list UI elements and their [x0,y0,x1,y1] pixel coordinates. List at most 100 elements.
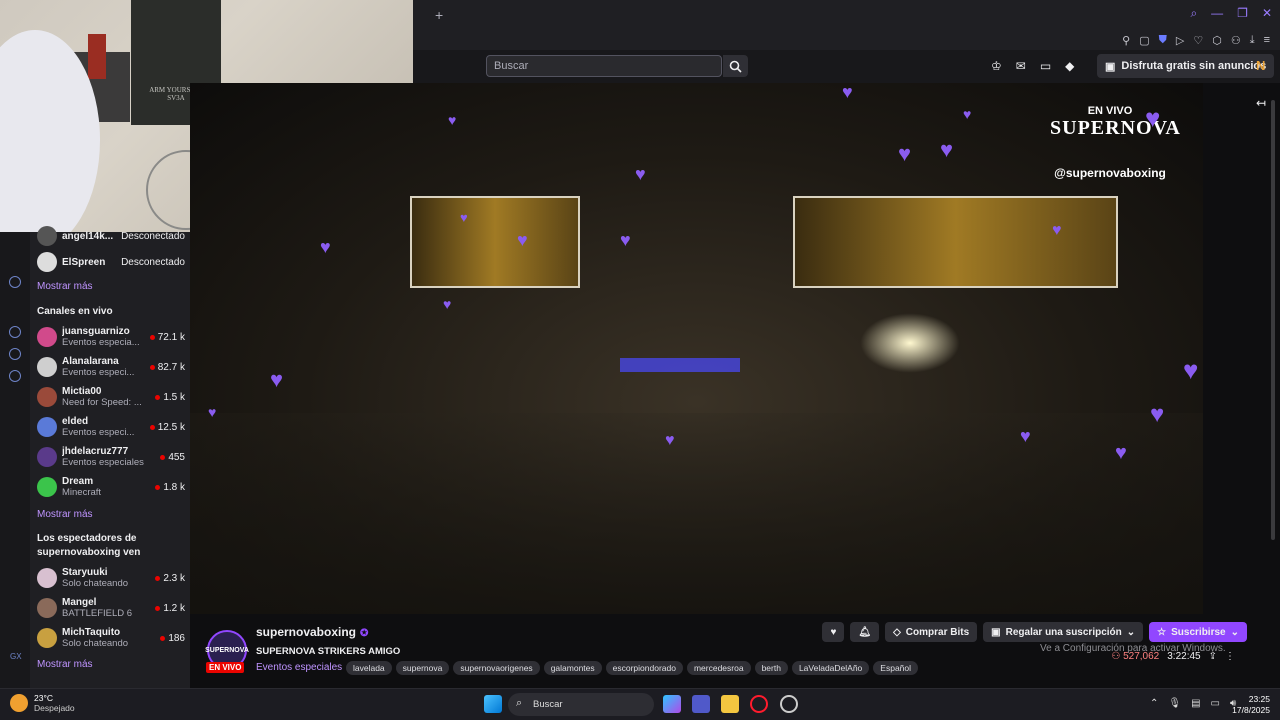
tag-chip[interactable]: Español [873,661,919,675]
inbox-icon[interactable]: ✉ [1016,59,1026,73]
new-tab-button[interactable]: + [435,7,443,23]
channel-category: Need for Speed: ... [62,397,142,408]
heart-icon: ♥ [635,164,646,184]
weather-widget[interactable]: 23°C Despejado [10,693,75,713]
drops-icon[interactable]: ◆ [1065,59,1074,73]
tag-chip[interactable]: LaVeladaDelAño [791,661,870,675]
whispers-icon[interactable]: ▭ [1040,59,1051,73]
sd-icon[interactable]: ▤ [1191,698,1200,709]
sidebar-channel[interactable]: Mangel BATTLEFIELD 6 1.2 k [37,595,185,621]
notifications-button[interactable]: 🔔︎ [850,622,880,642]
video-player[interactable]: EN VIVO SUPERNOVA @supernovaboxing ♥ ♥ ♥… [190,83,1203,614]
microphone-icon[interactable]: 🎙︎ [1168,698,1181,709]
shield-icon[interactable]: ⛊ [1159,34,1167,47]
taskbar-clock[interactable]: 23:25 17/8/2025 [1232,694,1270,716]
rail-icon-4[interactable] [9,370,21,382]
subscribe-button[interactable]: ☆ Suscribirse ⌄ [1149,622,1247,642]
channel-name-heading[interactable]: supernovaboxing ✪ [256,625,368,639]
tag-chip[interactable]: lavelada [346,661,392,675]
search-input[interactable]: Buscar [486,55,722,77]
heart-icon[interactable]: ♡ [1193,34,1203,47]
search-button[interactable] [723,55,748,77]
viewer-count: ⚇ 527,062 [1111,651,1159,662]
menu-icon[interactable]: ≡ [1264,34,1270,46]
rail-icon-1[interactable] [9,276,21,288]
sidebar-channel[interactable]: elded Eventos especi... 12.5 k [37,414,185,440]
gx-icon[interactable]: GX [10,652,22,661]
stream-title: SUPERNOVA STRIKERS AMIGO [256,646,401,657]
tag-chip[interactable]: escorpiondorado [605,661,683,675]
screenshot-icon[interactable]: ▢ [1139,34,1149,47]
tag-chip[interactable]: berth [754,661,788,675]
followed-channel[interactable]: angel14k... Desconectado [37,223,185,249]
download-icon[interactable]: ⤓ [1250,34,1255,47]
channel-category: Minecraft [62,487,102,498]
follow-button[interactable]: ♥ [822,622,845,642]
close-icon[interactable]: ✕ [1262,6,1272,21]
user-avatar[interactable]: N [1256,58,1272,74]
share-icon[interactable]: ⇪ [1209,651,1217,662]
pin-icon[interactable]: ⚲ [1122,34,1130,47]
channel-name: Mictia00 [62,386,102,397]
profile-icon[interactable]: ⚇ [1231,34,1241,47]
bell-icon: 🔔︎ [858,626,872,638]
channel-status: Desconectado [121,256,185,268]
tag-chip[interactable]: supernova [395,661,450,675]
sidebar-channel[interactable]: Staryuuki Solo chateando 2.3 k [37,565,185,591]
teams-icon[interactable] [692,695,710,713]
channel-category: Eventos especiales [62,457,144,468]
tag-chip[interactable]: mercedesroa [686,661,751,675]
sidebar-channel[interactable]: Mictia00 Need for Speed: ... 1.5 k [37,384,185,410]
arena-screen-right [793,196,1118,288]
buy-bits-button[interactable]: ◇ Comprar Bits [885,622,978,642]
sidebar-channel[interactable]: jhdelacruz777 Eventos especiales 455 [37,444,185,470]
crown-icon[interactable]: ♔ [991,59,1002,73]
user-icon: ⚇ [1111,651,1121,662]
bits-icon: ◇ [893,626,901,638]
channel-name[interactable]: supernovaboxing [256,625,356,639]
file-explorer-icon[interactable] [721,695,739,713]
ad-free-promo-button[interactable]: ▣ Disfruta gratis sin anuncios [1097,54,1275,78]
start-icon[interactable] [484,695,502,713]
copilot-icon[interactable] [663,695,681,713]
minimize-icon[interactable]: — [1211,6,1223,21]
stream-category[interactable]: Eventos especiales [256,662,342,673]
sidebar-channel[interactable]: MichTaquito Solo chateando 186 [37,625,185,651]
taskbar-search[interactable]: Buscar [508,693,654,716]
rail-icon-3[interactable] [9,348,21,360]
network-icon[interactable]: ▭ [1211,698,1220,709]
sidebar-channel[interactable]: juansguarnizo Eventos especia... 72.1 k [37,324,185,350]
play-icon[interactable]: ▷ [1176,34,1184,47]
heart-icon: ♥ [665,432,675,449]
tag-chip[interactable]: supernovaorigenes [453,661,540,675]
more-options-icon[interactable]: ⋮ [1225,651,1235,662]
heart-icon: ♥ [460,210,468,225]
live-dot-icon [160,454,166,460]
rail-icon-2[interactable] [9,326,21,338]
page-scrollbar[interactable] [1271,100,1275,540]
sidebar-channel[interactable]: Alanalarana Eventos especi... 82.7 k [37,354,185,380]
channel-category: Eventos especia... [62,337,140,348]
show-more-followed[interactable]: Mostrar más [37,281,93,292]
buy-bits-label: Comprar Bits [905,626,970,638]
heart-icon: ♥ [270,367,284,392]
show-more-viewers[interactable]: Mostrar más [37,659,93,670]
nav-icons: ♔ ✉ ▭ ◆ [991,59,1074,73]
tag-list: lavelada supernova supernovaorigenes galamo… [346,661,919,675]
expand-chat-icon[interactable]: ↤ [1256,96,1266,110]
show-more-live[interactable]: Mostrar más [37,509,93,520]
followed-channel[interactable]: ElSpreen Desconectado [37,249,185,275]
webcam-red-box [88,34,106,79]
search-icon[interactable]: ⌕ [1190,6,1197,21]
tag-chip[interactable]: galamontes [543,661,602,675]
chevron-up-icon[interactable]: ⌃ [1150,698,1158,709]
gift-sub-button[interactable]: ▣ Regalar una suscripción ⌄ [983,622,1144,642]
extensions-icon[interactable]: ⬡ [1212,34,1222,47]
app-icon[interactable] [780,695,798,713]
avatar [37,417,57,437]
restore-icon[interactable]: ❐ [1237,6,1248,21]
opera-gx-icon[interactable] [750,695,768,713]
sidebar-channel[interactable]: Dream Minecraft 1.8 k [37,474,185,500]
heart-icon: ♥ [1145,103,1161,133]
viewers-also-watch-heading: Los espectadores de supernovaboxing ven [37,533,141,558]
